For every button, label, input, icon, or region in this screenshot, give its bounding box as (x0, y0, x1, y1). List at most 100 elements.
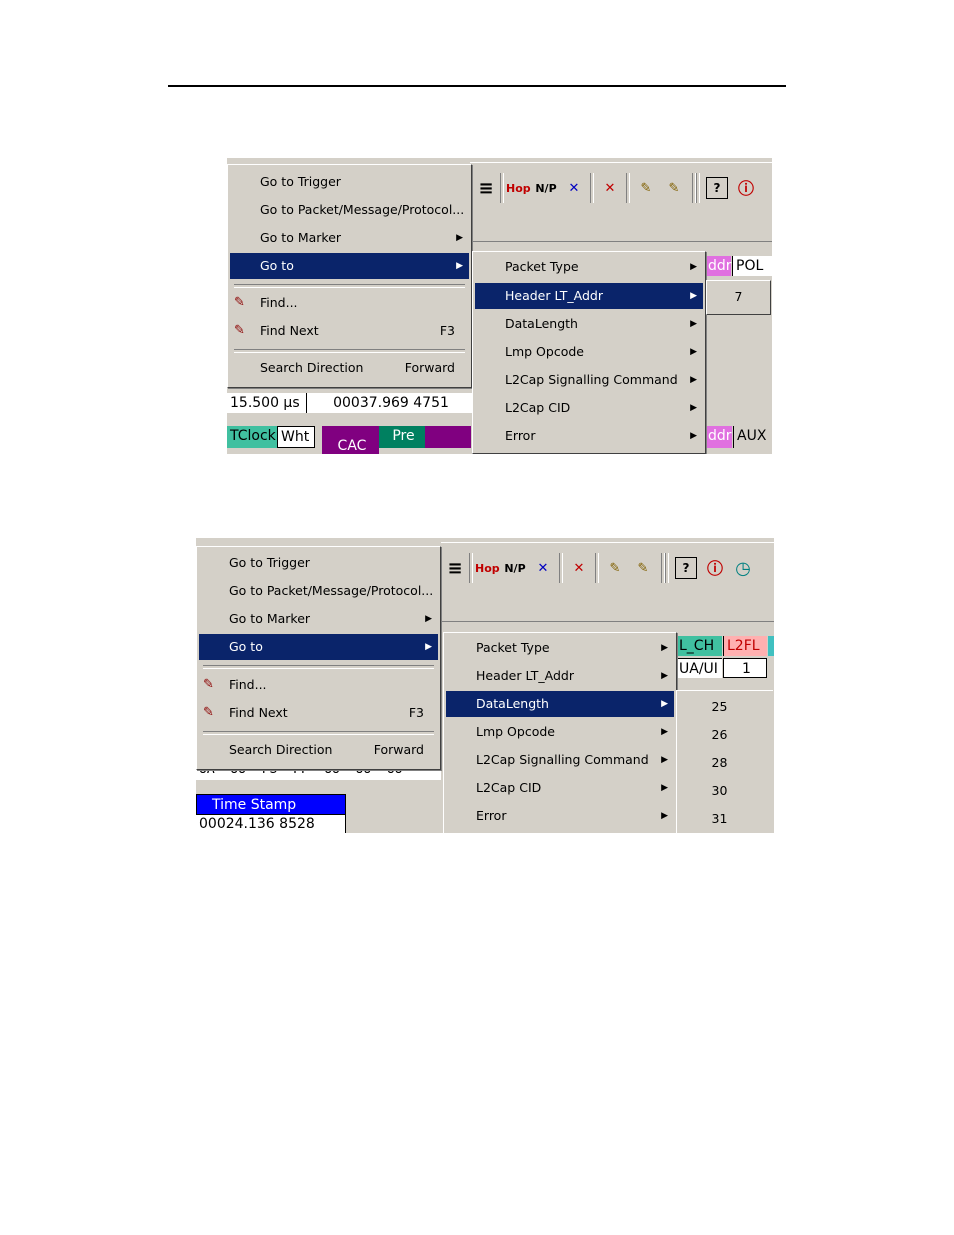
search-menu: Go to Trigger Go to Packet/Message/Proto… (196, 546, 441, 770)
cross-red-icon[interactable]: ✕ (567, 557, 591, 581)
menu-goto-trigger[interactable]: Go to Trigger (230, 169, 469, 195)
menu-goto[interactable]: Go to ▶ (199, 634, 438, 660)
question-icon[interactable]: ? (706, 177, 728, 199)
submenu-l2cap-cid[interactable]: L2Cap CID ▶ (446, 775, 674, 801)
grid-area (707, 312, 772, 422)
header-cell-l2fl: L2FL (723, 636, 767, 656)
submenu-lmp-opcode[interactable]: Lmp Opcode ▶ (475, 339, 703, 365)
menu-separator (234, 349, 465, 353)
menu-goto-packet[interactable]: Go to Packet/Message/Protocol... (199, 578, 438, 604)
menu-find-next[interactable]: ✎ Find Next F3 (199, 700, 438, 726)
menu-find[interactable]: ✎ Find... (230, 290, 469, 316)
cross-icon[interactable]: ✕ (562, 177, 586, 201)
toolbar-separator (500, 173, 504, 203)
col-tclock: TClock (227, 426, 277, 448)
alert-icon[interactable]: ⓘ (734, 177, 758, 201)
submenu-arrow-icon: ▶ (425, 614, 432, 624)
menu-goto-marker[interactable]: Go to Marker ▶ (230, 225, 469, 251)
submenu-header-lt-addr[interactable]: Header LT_Addr ▶ (475, 283, 703, 309)
flashlight-find-next-icon[interactable]: ✎ (631, 557, 655, 581)
cross-icon[interactable]: ✕ (531, 557, 555, 581)
flashlight-find-icon[interactable]: ✎ (634, 177, 658, 201)
col-purple (425, 426, 471, 448)
data-length-values-menu: 25 26 28 30 31 (676, 690, 773, 833)
col-ddr: ddr (705, 426, 732, 448)
hop-icon[interactable]: Hop (475, 557, 500, 581)
data-length-value[interactable]: 28 (677, 749, 762, 777)
toolbar-separator (595, 553, 599, 583)
goto-submenu: Packet Type ▶ Header LT_Addr ▶ DataLength ▶… (472, 251, 706, 454)
menu-search-direction[interactable]: Search Direction Forward (199, 737, 438, 763)
goto-submenu: Packet Type ▶ Header LT_Addr ▶ DataLength ▶… (443, 632, 677, 833)
flashlight-find-icon: ✎ (203, 677, 214, 692)
submenu-arrow-icon: ▶ (661, 811, 668, 821)
submenu-arrow-icon: ▶ (661, 699, 668, 709)
submenu-arrow-icon: ▶ (661, 727, 668, 737)
lt-addr-value[interactable]: 7 (707, 285, 770, 309)
np-icon[interactable]: N/P (503, 557, 527, 581)
data-length-value[interactable]: 31 (677, 805, 762, 833)
lines-icon[interactable]: ≡ (474, 177, 498, 201)
np-icon[interactable]: N/P (534, 177, 558, 201)
submenu-arrow-icon: ▶ (690, 403, 697, 413)
data-length-value[interactable]: 30 (677, 777, 762, 805)
row-cell-1: 1 (723, 658, 767, 678)
menu-separator (203, 665, 434, 669)
col-aux: AUX (733, 426, 772, 448)
alert-icon[interactable]: ⓘ (703, 557, 727, 581)
menu-goto[interactable]: Go to ▶ (230, 253, 469, 279)
col-wht: Wht (277, 426, 315, 448)
flashlight-find-next-icon[interactable]: ✎ (662, 177, 686, 201)
col-pre: Pre (379, 426, 425, 448)
row-cell-ua-ui: UA/UI (676, 658, 722, 678)
toolbar-separator (665, 553, 669, 583)
menu-find-next[interactable]: ✎ Find Next F3 (230, 318, 469, 344)
lines-icon[interactable]: ≡ (443, 557, 467, 581)
cross-red-icon[interactable]: ✕ (598, 177, 622, 201)
clock-icon[interactable]: ◷ (731, 557, 755, 581)
question-icon[interactable]: ? (675, 557, 697, 579)
toolbar-separator (469, 553, 473, 583)
menu-separator (203, 731, 434, 735)
submenu-arrow-icon: ▶ (690, 347, 697, 357)
submenu-packet-type[interactable]: Packet Type ▶ (446, 635, 674, 661)
data-length-value[interactable]: 25 (677, 693, 762, 721)
timestamp: 00037.969 4751 (307, 393, 472, 413)
menu-find[interactable]: ✎ Find... (199, 672, 438, 698)
submenu-header-lt-addr[interactable]: Header LT_Addr ▶ (446, 663, 674, 689)
menu-separator (234, 284, 465, 288)
menu-goto-marker[interactable]: Go to Marker ▶ (199, 606, 438, 632)
toolbar: ≡ Hop N/P ✕ ✕ ✎ ✎ ? ⓘ (470, 162, 772, 242)
submenu-l2cap-signalling[interactable]: L2Cap Signalling Command ▶ (475, 367, 703, 393)
submenu-arrow-icon: ▶ (690, 319, 697, 329)
submenu-lmp-opcode[interactable]: Lmp Opcode ▶ (446, 719, 674, 745)
timestamp-header: Time Stamp (196, 794, 346, 815)
submenu-l2cap-cid[interactable]: L2Cap CID ▶ (475, 395, 703, 421)
menu-goto-trigger[interactable]: Go to Trigger (199, 550, 438, 576)
page-rule (168, 85, 786, 87)
submenu-arrow-icon: ▶ (690, 431, 697, 441)
data-length-value[interactable]: 26 (677, 721, 762, 749)
header-cell-cyan (768, 636, 774, 656)
flashlight-find-next-icon: ✎ (234, 323, 245, 338)
toolbar-separator (626, 173, 630, 203)
lt-addr-values-menu: 7 (706, 280, 771, 315)
flashlight-find-icon[interactable]: ✎ (603, 557, 627, 581)
submenu-packet-type[interactable]: Packet Type ▶ (475, 254, 703, 280)
menu-search-direction[interactable]: Search Direction Forward (230, 355, 469, 381)
header-cell-ddr: ddr (705, 256, 732, 276)
submenu-arrow-icon: ▶ (456, 261, 463, 271)
submenu-error[interactable]: Error ▶ (475, 423, 703, 449)
screenshot-header-lt-addr: ≡ Hop N/P ✕ ✕ ✎ ✎ ? ⓘ ddr POL 15.500 µs … (227, 158, 772, 454)
status-row: 15.500 µs 00037.969 4751 (227, 384, 472, 417)
submenu-arrow-icon: ▶ (690, 375, 697, 385)
hop-icon[interactable]: Hop (506, 177, 531, 201)
flashlight-find-icon: ✎ (234, 295, 245, 310)
submenu-data-length[interactable]: DataLength ▶ (475, 311, 703, 337)
submenu-arrow-icon: ▶ (425, 642, 432, 652)
submenu-l2cap-signalling[interactable]: L2Cap Signalling Command ▶ (446, 747, 674, 773)
submenu-data-length[interactable]: DataLength ▶ (446, 691, 674, 717)
timestamp-panel: Time Stamp 00024.136 8528 (196, 794, 346, 833)
submenu-error[interactable]: Error ▶ (446, 803, 674, 829)
menu-goto-packet[interactable]: Go to Packet/Message/Protocol... (230, 197, 469, 223)
